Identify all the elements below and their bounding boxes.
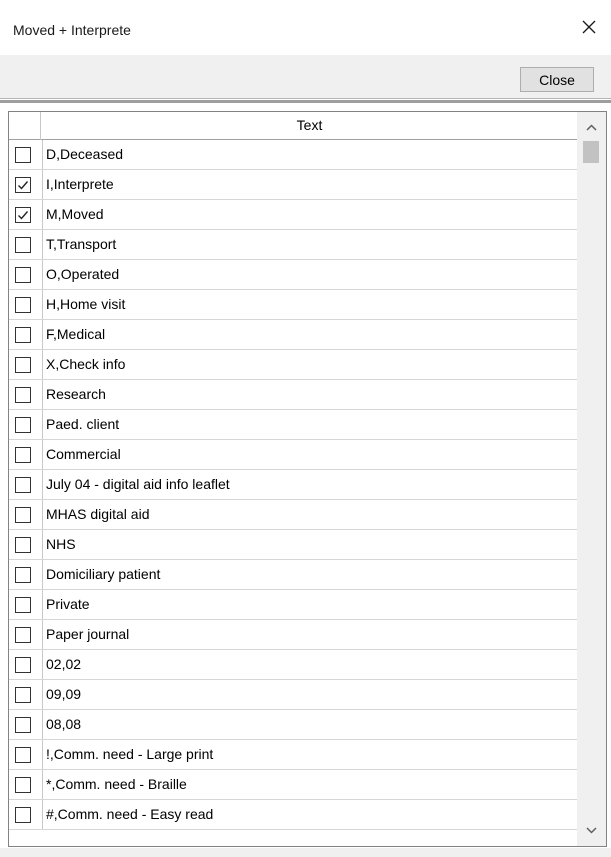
row-text: July 04 - digital aid info leaflet bbox=[42, 470, 574, 499]
row-checkbox[interactable] bbox=[15, 387, 31, 403]
scrollbar-thumb[interactable] bbox=[583, 141, 599, 163]
row-checkbox[interactable] bbox=[15, 627, 31, 643]
row-checkbox[interactable] bbox=[15, 477, 31, 493]
close-window-button[interactable] bbox=[575, 13, 603, 41]
table-row[interactable]: Commercial bbox=[9, 440, 577, 470]
table-row[interactable]: NHS bbox=[9, 530, 577, 560]
row-checkbox[interactable] bbox=[15, 417, 31, 433]
window-bottom bbox=[0, 848, 611, 857]
row-checkbox[interactable] bbox=[15, 237, 31, 253]
row-checkbox[interactable] bbox=[15, 147, 31, 163]
table-row[interactable]: O,Operated bbox=[9, 260, 577, 290]
row-checkbox[interactable] bbox=[15, 747, 31, 763]
table-row[interactable]: Paper journal bbox=[9, 620, 577, 650]
grid-header: Text bbox=[9, 112, 577, 140]
row-text: X,Check info bbox=[42, 350, 574, 379]
row-checkbox[interactable] bbox=[15, 597, 31, 613]
row-checkbox[interactable] bbox=[15, 447, 31, 463]
text-grid: Text D,Deceased I,Interprete M,Moved T,Tran… bbox=[8, 111, 607, 847]
table-row[interactable]: Private bbox=[9, 590, 577, 620]
row-checkbox[interactable] bbox=[15, 267, 31, 283]
title-bar: Moved + Interprete bbox=[0, 0, 611, 55]
row-text: D,Deceased bbox=[42, 140, 574, 169]
table-row[interactable]: 08,08 bbox=[9, 710, 577, 740]
text-column-header[interactable]: Text bbox=[42, 112, 577, 139]
row-text: Research bbox=[42, 380, 574, 409]
row-checkbox[interactable] bbox=[15, 357, 31, 373]
row-text: H,Home visit bbox=[42, 290, 574, 319]
row-text: I,Interprete bbox=[42, 170, 574, 199]
table-row[interactable]: I,Interprete bbox=[9, 170, 577, 200]
table-row[interactable]: 09,09 bbox=[9, 680, 577, 710]
row-text: Commercial bbox=[42, 440, 574, 469]
row-checkbox[interactable] bbox=[15, 537, 31, 553]
divider bbox=[0, 100, 611, 103]
table-row[interactable]: Domiciliary patient bbox=[9, 560, 577, 590]
row-text: Domiciliary patient bbox=[42, 560, 574, 589]
row-checkbox[interactable] bbox=[15, 687, 31, 703]
window-title: Moved + Interprete bbox=[13, 22, 131, 38]
chevron-down-icon[interactable] bbox=[585, 825, 598, 835]
table-row[interactable]: !,Comm. need - Large print bbox=[9, 740, 577, 770]
row-checkbox[interactable] bbox=[15, 327, 31, 343]
row-text: NHS bbox=[42, 530, 574, 559]
row-text: !,Comm. need - Large print bbox=[42, 740, 574, 769]
table-row[interactable]: #,Comm. need - Easy read bbox=[9, 800, 577, 830]
row-checkbox[interactable] bbox=[15, 567, 31, 583]
check-column-header[interactable] bbox=[9, 112, 41, 140]
row-text: #,Comm. need - Easy read bbox=[42, 800, 574, 829]
table-row[interactable]: Paed. client bbox=[9, 410, 577, 440]
row-checkbox[interactable] bbox=[15, 207, 31, 223]
table-row[interactable]: *,Comm. need - Braille bbox=[9, 770, 577, 800]
row-checkbox[interactable] bbox=[15, 777, 31, 793]
table-row[interactable]: M,Moved bbox=[9, 200, 577, 230]
row-text: MHAS digital aid bbox=[42, 500, 574, 529]
row-text: 08,08 bbox=[42, 710, 574, 739]
table-row[interactable]: MHAS digital aid bbox=[9, 500, 577, 530]
table-row[interactable]: July 04 - digital aid info leaflet bbox=[9, 470, 577, 500]
row-text: Paper journal bbox=[42, 620, 574, 649]
close-icon bbox=[582, 20, 596, 34]
row-text: F,Medical bbox=[42, 320, 574, 349]
row-checkbox[interactable] bbox=[15, 717, 31, 733]
checkmark-icon bbox=[18, 181, 29, 190]
row-text: 09,09 bbox=[42, 680, 574, 709]
row-text: Private bbox=[42, 590, 574, 619]
table-row[interactable]: T,Transport bbox=[9, 230, 577, 260]
row-text: O,Operated bbox=[42, 260, 574, 289]
divider bbox=[0, 98, 611, 99]
row-text: T,Transport bbox=[42, 230, 574, 259]
toolbar: Close bbox=[0, 55, 611, 98]
checkmark-icon bbox=[18, 211, 29, 220]
row-text: *,Comm. need - Braille bbox=[42, 770, 574, 799]
grid-rows: D,Deceased I,Interprete M,Moved T,Transport… bbox=[9, 140, 577, 830]
row-checkbox[interactable] bbox=[15, 297, 31, 313]
row-text: Paed. client bbox=[42, 410, 574, 439]
row-checkbox[interactable] bbox=[15, 657, 31, 673]
row-text: M,Moved bbox=[42, 200, 574, 229]
table-row[interactable]: 02,02 bbox=[9, 650, 577, 680]
vertical-scrollbar[interactable] bbox=[577, 112, 606, 846]
chevron-up-icon[interactable] bbox=[585, 123, 598, 133]
table-row[interactable]: H,Home visit bbox=[9, 290, 577, 320]
row-checkbox[interactable] bbox=[15, 507, 31, 523]
row-text: 02,02 bbox=[42, 650, 574, 679]
close-button[interactable]: Close bbox=[520, 67, 594, 92]
table-row[interactable]: Research bbox=[9, 380, 577, 410]
table-row[interactable]: F,Medical bbox=[9, 320, 577, 350]
row-checkbox[interactable] bbox=[15, 807, 31, 823]
table-row[interactable]: D,Deceased bbox=[9, 140, 577, 170]
row-checkbox[interactable] bbox=[15, 177, 31, 193]
table-row[interactable]: X,Check info bbox=[9, 350, 577, 380]
